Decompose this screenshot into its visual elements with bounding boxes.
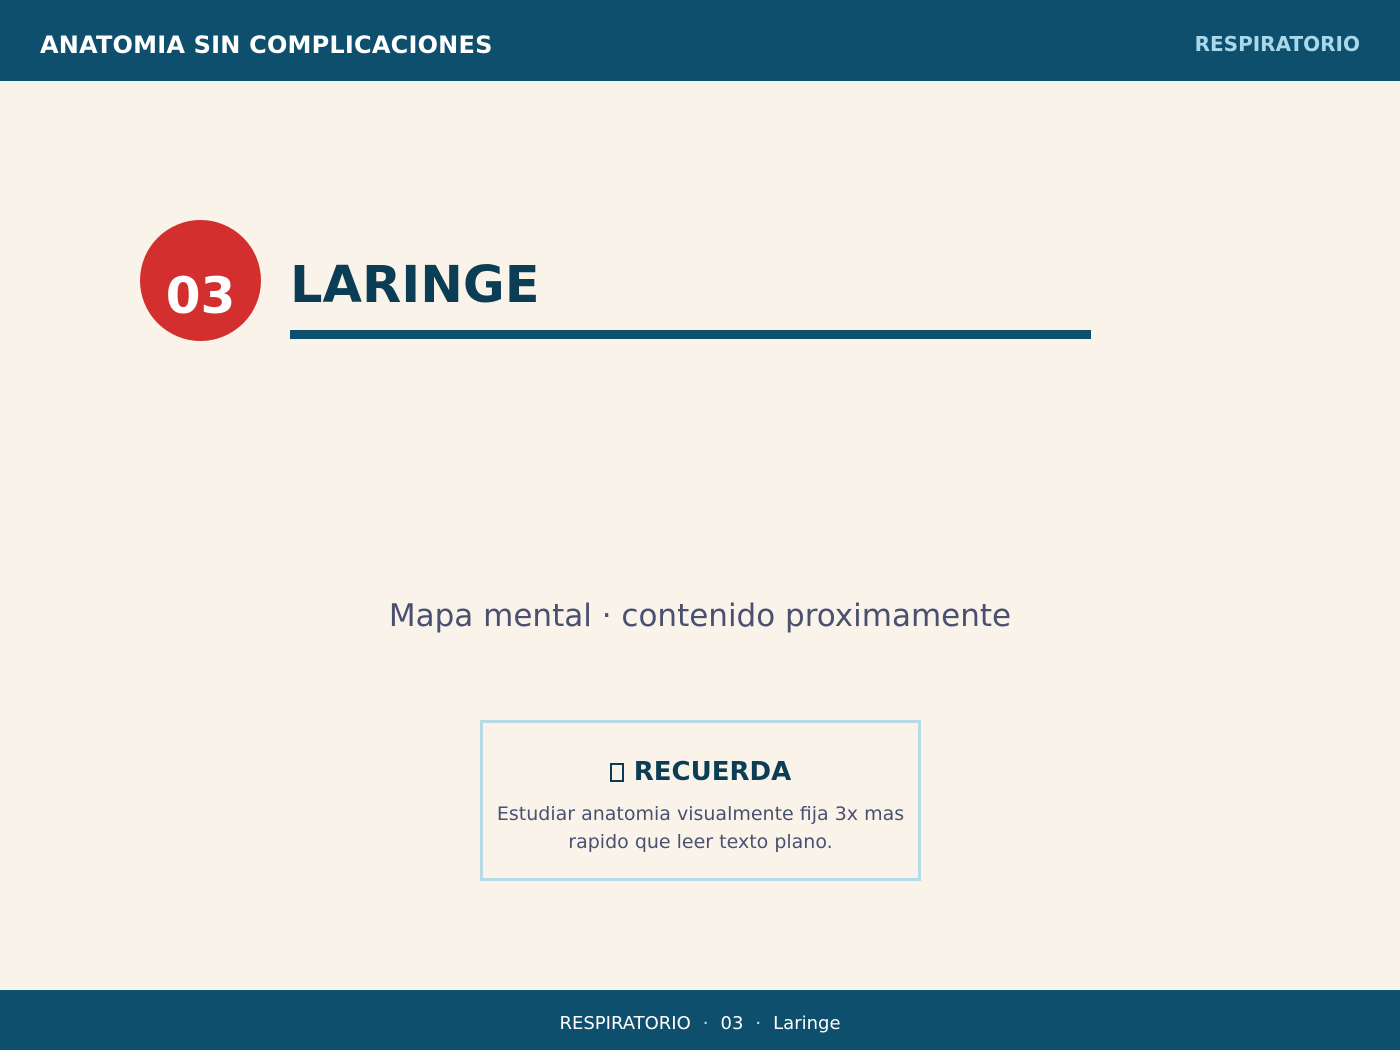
footer-number: 03 bbox=[720, 1012, 744, 1034]
remember-callout: RECUERDA Estudiar anatomia visualmente f… bbox=[480, 720, 921, 881]
bottom-bar: RESPIRATORIO · 03 · Laringe bbox=[0, 990, 1400, 1050]
title-underline bbox=[290, 330, 1091, 339]
topic-number: 03 bbox=[165, 266, 236, 325]
brand-title: ANATOMIA SIN COMPLICACIONES bbox=[40, 31, 493, 59]
footer-section: RESPIRATORIO bbox=[559, 1012, 691, 1034]
remember-heading: RECUERDA bbox=[483, 757, 918, 787]
slide: ANATOMIA SIN COMPLICACIONES RESPIRATORIO… bbox=[0, 0, 1400, 1050]
footer-separator: · bbox=[755, 1012, 762, 1034]
remember-label: RECUERDA bbox=[633, 757, 792, 787]
pin-icon bbox=[609, 762, 624, 782]
top-bar: ANATOMIA SIN COMPLICACIONES RESPIRATORIO bbox=[0, 0, 1400, 81]
content-placeholder: Mapa mental · contenido proximamente bbox=[388, 598, 1012, 634]
topic-title: LARINGE bbox=[290, 256, 540, 315]
footer-topic: Laringe bbox=[773, 1012, 841, 1034]
footer-separator: · bbox=[702, 1012, 709, 1034]
topic-number-badge: 03 bbox=[140, 220, 261, 341]
section-label: RESPIRATORIO bbox=[1194, 32, 1360, 56]
remember-text: Estudiar anatomia visualmente fija 3x ma… bbox=[496, 803, 905, 853]
